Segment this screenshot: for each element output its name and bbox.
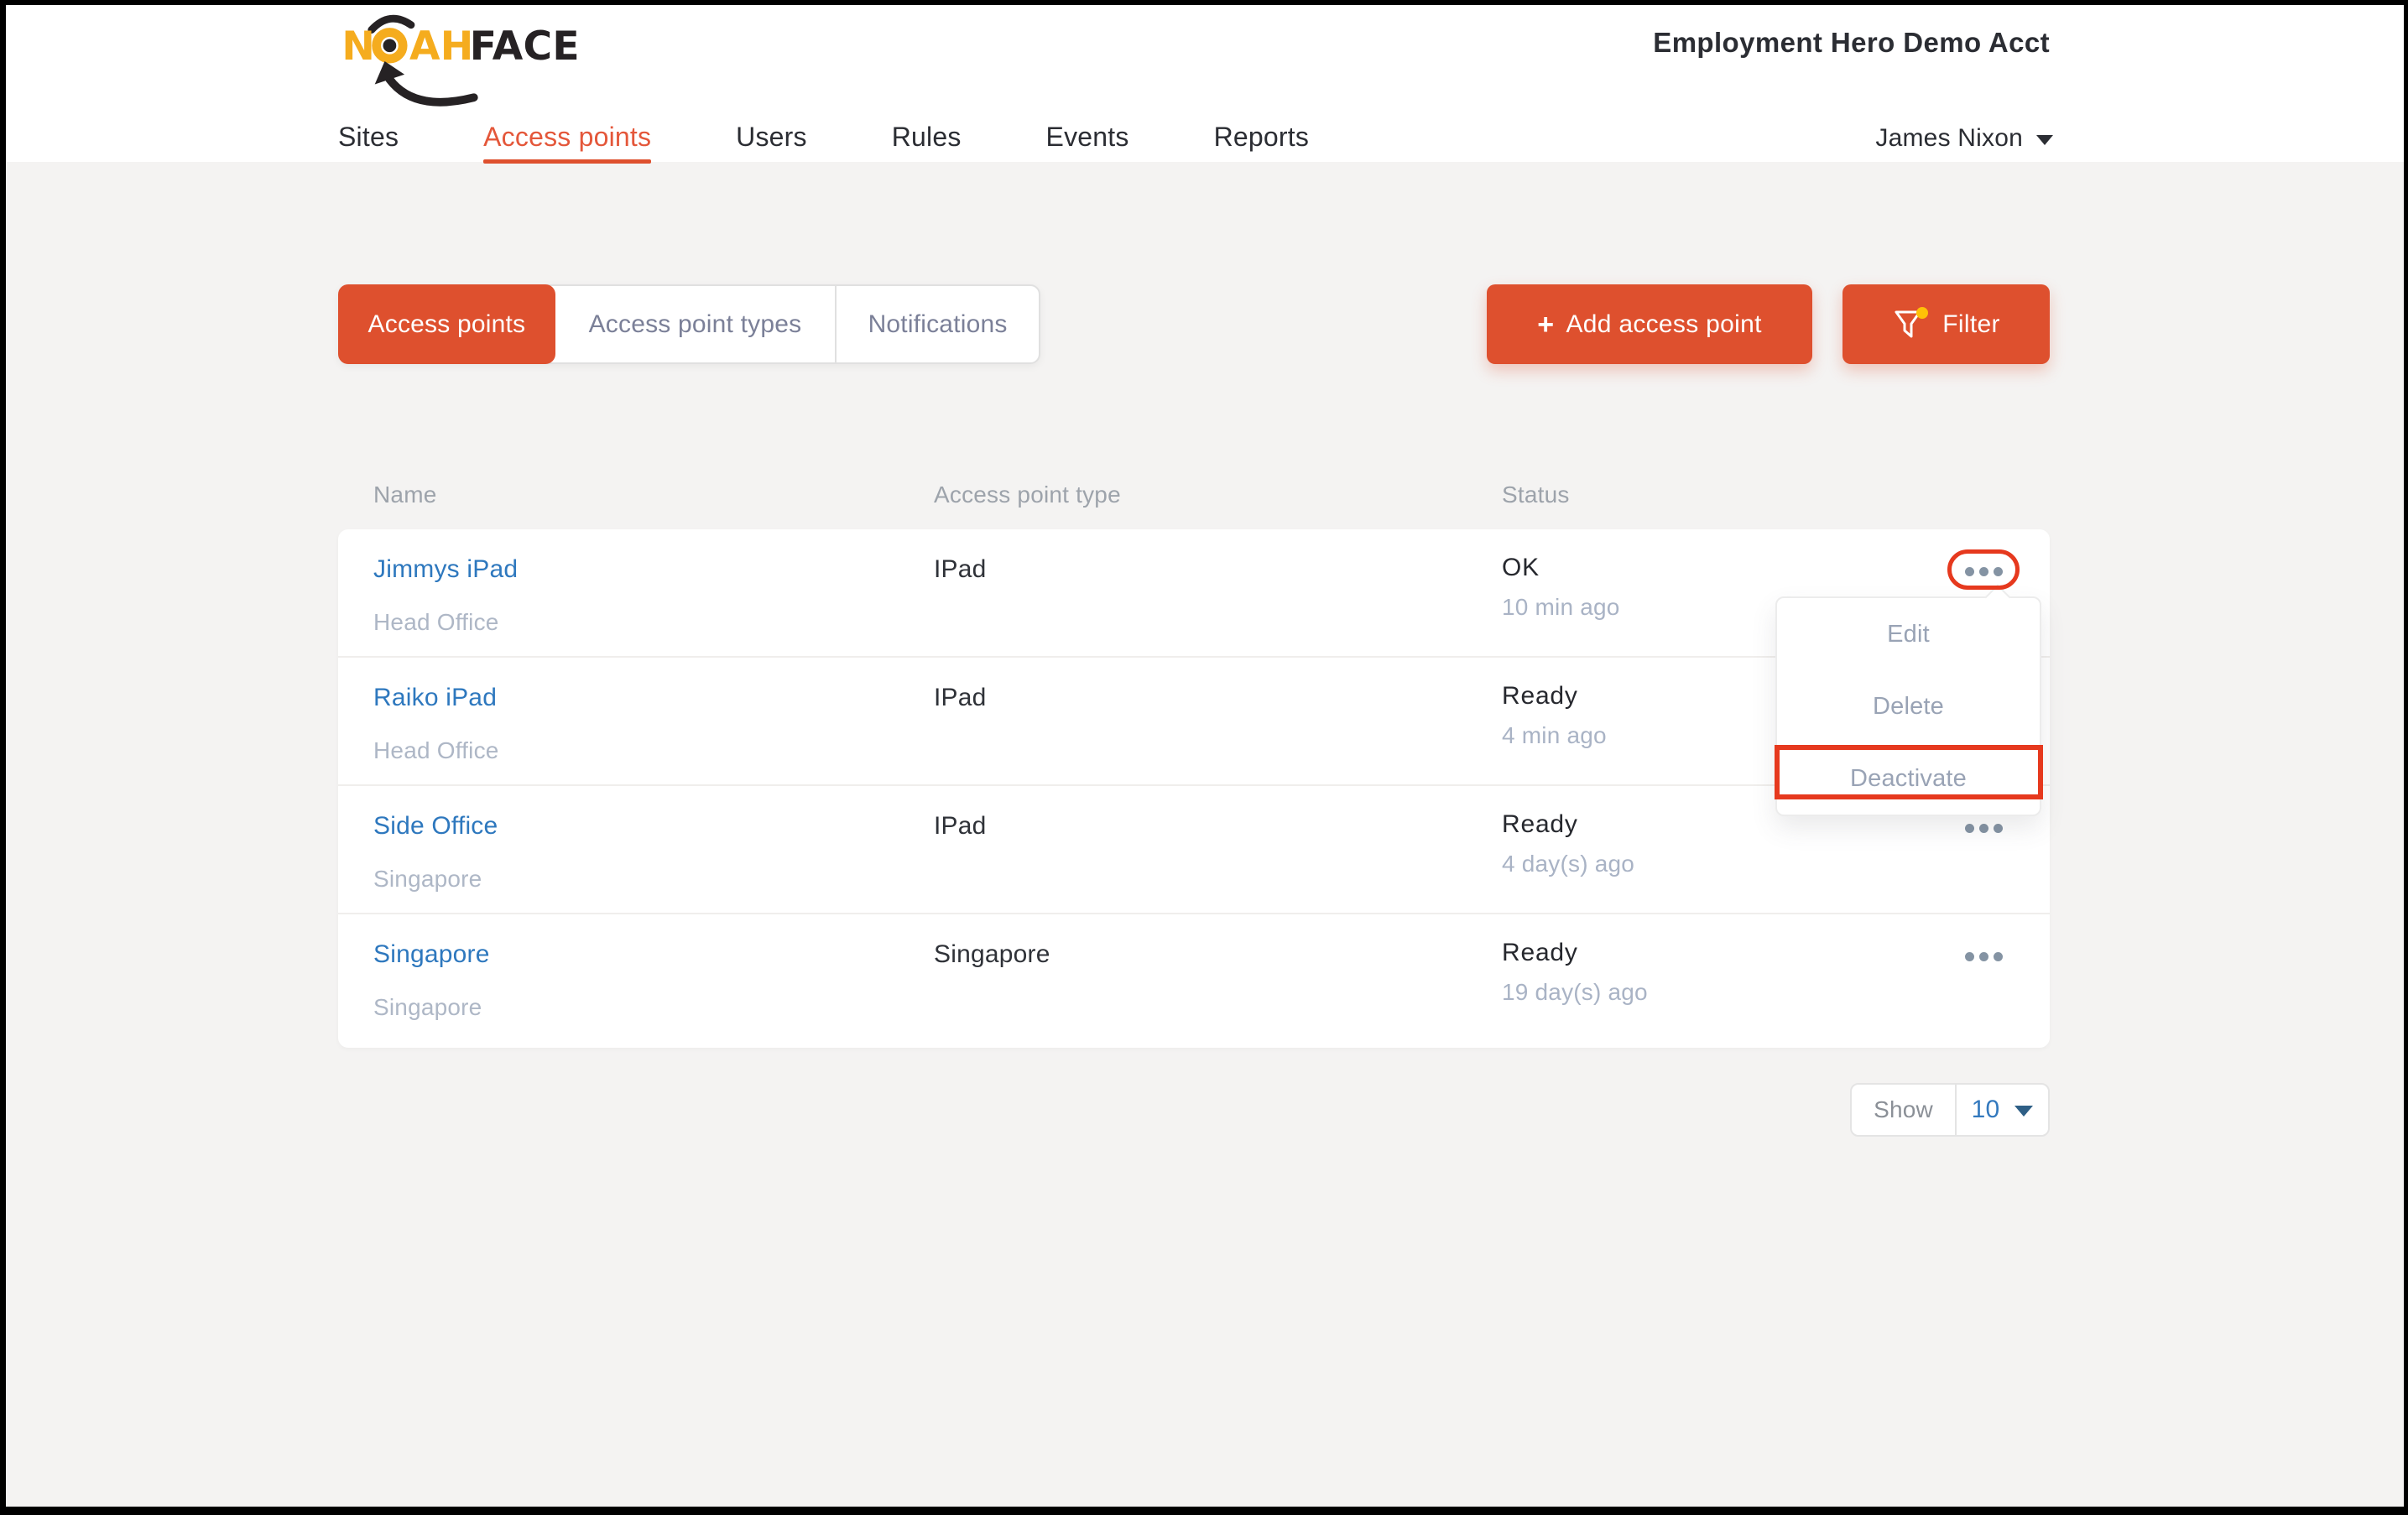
svg-text:AH: AH xyxy=(409,23,473,70)
account-title: Employment Hero Demo Acct xyxy=(1653,27,2050,59)
tab-access-point-types[interactable]: Access point types xyxy=(555,284,835,364)
app-viewport: N AH FACE Employment Hero Demo Acct Site… xyxy=(6,5,2404,1507)
add-access-point-button[interactable]: + Add access point xyxy=(1487,284,1812,364)
menu-item-delete[interactable]: Delete xyxy=(1777,670,2040,742)
annotation-circle-actions-button xyxy=(1947,549,2020,590)
filter-button[interactable]: Filter xyxy=(1842,284,2050,364)
nav-item-reports[interactable]: Reports xyxy=(1214,121,1309,153)
nav-item-access-points[interactable]: Access points xyxy=(483,121,651,153)
row-actions-menu-button[interactable] xyxy=(1965,946,2003,966)
page-size-control: Show 10 xyxy=(1850,1083,2050,1137)
filter-label: Filter xyxy=(1942,310,1999,339)
chevron-down-icon xyxy=(2036,135,2053,145)
nav-item-users[interactable]: Users xyxy=(736,121,807,153)
access-point-site: Singapore xyxy=(373,866,482,893)
column-header-name: Name xyxy=(373,482,437,508)
access-point-last-seen: 4 day(s) ago xyxy=(1502,851,1634,877)
tab-access-points[interactable]: Access points xyxy=(338,284,555,364)
logo-eye-pupil xyxy=(383,39,397,52)
user-menu[interactable]: James Nixon xyxy=(1875,124,2053,153)
user-menu-label: James Nixon xyxy=(1875,124,2023,153)
row-actions-menu-button[interactable] xyxy=(1965,818,2003,838)
logo-swoosh xyxy=(389,80,473,102)
column-header-type: Access point type xyxy=(934,482,1121,508)
access-point-last-seen: 19 day(s) ago xyxy=(1502,979,1648,1006)
noahface-logo: N AH FACE xyxy=(333,12,585,111)
svg-text:FACE: FACE xyxy=(470,23,580,70)
add-access-point-label: Add access point xyxy=(1566,310,1761,339)
chevron-down-icon xyxy=(2014,1106,2033,1117)
access-point-name-link[interactable]: Raiko iPad xyxy=(373,684,497,712)
filter-funnel-icon xyxy=(1892,306,1929,343)
access-point-status: Ready xyxy=(1502,810,1578,839)
access-point-status: Ready xyxy=(1502,939,1578,967)
access-point-name-link[interactable]: Singapore xyxy=(373,940,490,969)
access-point-site: Head Office xyxy=(373,737,499,764)
access-point-last-seen: 4 min ago xyxy=(1502,722,1607,749)
show-label: Show xyxy=(1852,1085,1957,1135)
menu-item-edit[interactable]: Edit xyxy=(1777,598,2040,670)
table-row: Singapore Singapore Singapore Ready 19 d… xyxy=(338,914,2050,1043)
access-point-name-link[interactable]: Jimmys iPad xyxy=(373,555,518,584)
view-tab-group: Access points Access point types Notific… xyxy=(338,284,1040,364)
svg-text:N: N xyxy=(341,23,375,70)
access-point-last-seen: 10 min ago xyxy=(1502,594,1620,621)
main-nav: Sites Access points Users Rules Events R… xyxy=(338,121,1394,153)
column-header-status: Status xyxy=(1502,482,1570,508)
nav-item-rules[interactable]: Rules xyxy=(892,121,962,153)
top-bar: N AH FACE Employment Hero Demo Acct Site… xyxy=(6,5,2404,162)
tab-notifications[interactable]: Notifications xyxy=(835,284,1039,364)
access-point-status: Ready xyxy=(1502,682,1578,711)
access-point-type: IPad xyxy=(934,812,987,841)
table-column-headers: Name Access point type Status xyxy=(338,482,2050,512)
filter-active-badge xyxy=(1916,307,1928,319)
access-point-status: OK xyxy=(1502,554,1540,582)
nav-item-sites[interactable]: Sites xyxy=(338,121,399,153)
page-size-dropdown[interactable]: 10 xyxy=(1957,1085,2048,1135)
nav-item-events[interactable]: Events xyxy=(1046,121,1129,153)
plus-icon: + xyxy=(1537,310,1554,339)
annotation-box-deactivate xyxy=(1775,745,2043,799)
access-point-name-link[interactable]: Side Office xyxy=(373,812,498,841)
access-point-type: Singapore xyxy=(934,940,1050,969)
access-point-type: IPad xyxy=(934,555,987,584)
page-size-value: 10 xyxy=(1972,1096,2000,1124)
access-point-site: Singapore xyxy=(373,994,482,1021)
access-point-site: Head Office xyxy=(373,609,499,636)
access-point-type: IPad xyxy=(934,684,987,712)
